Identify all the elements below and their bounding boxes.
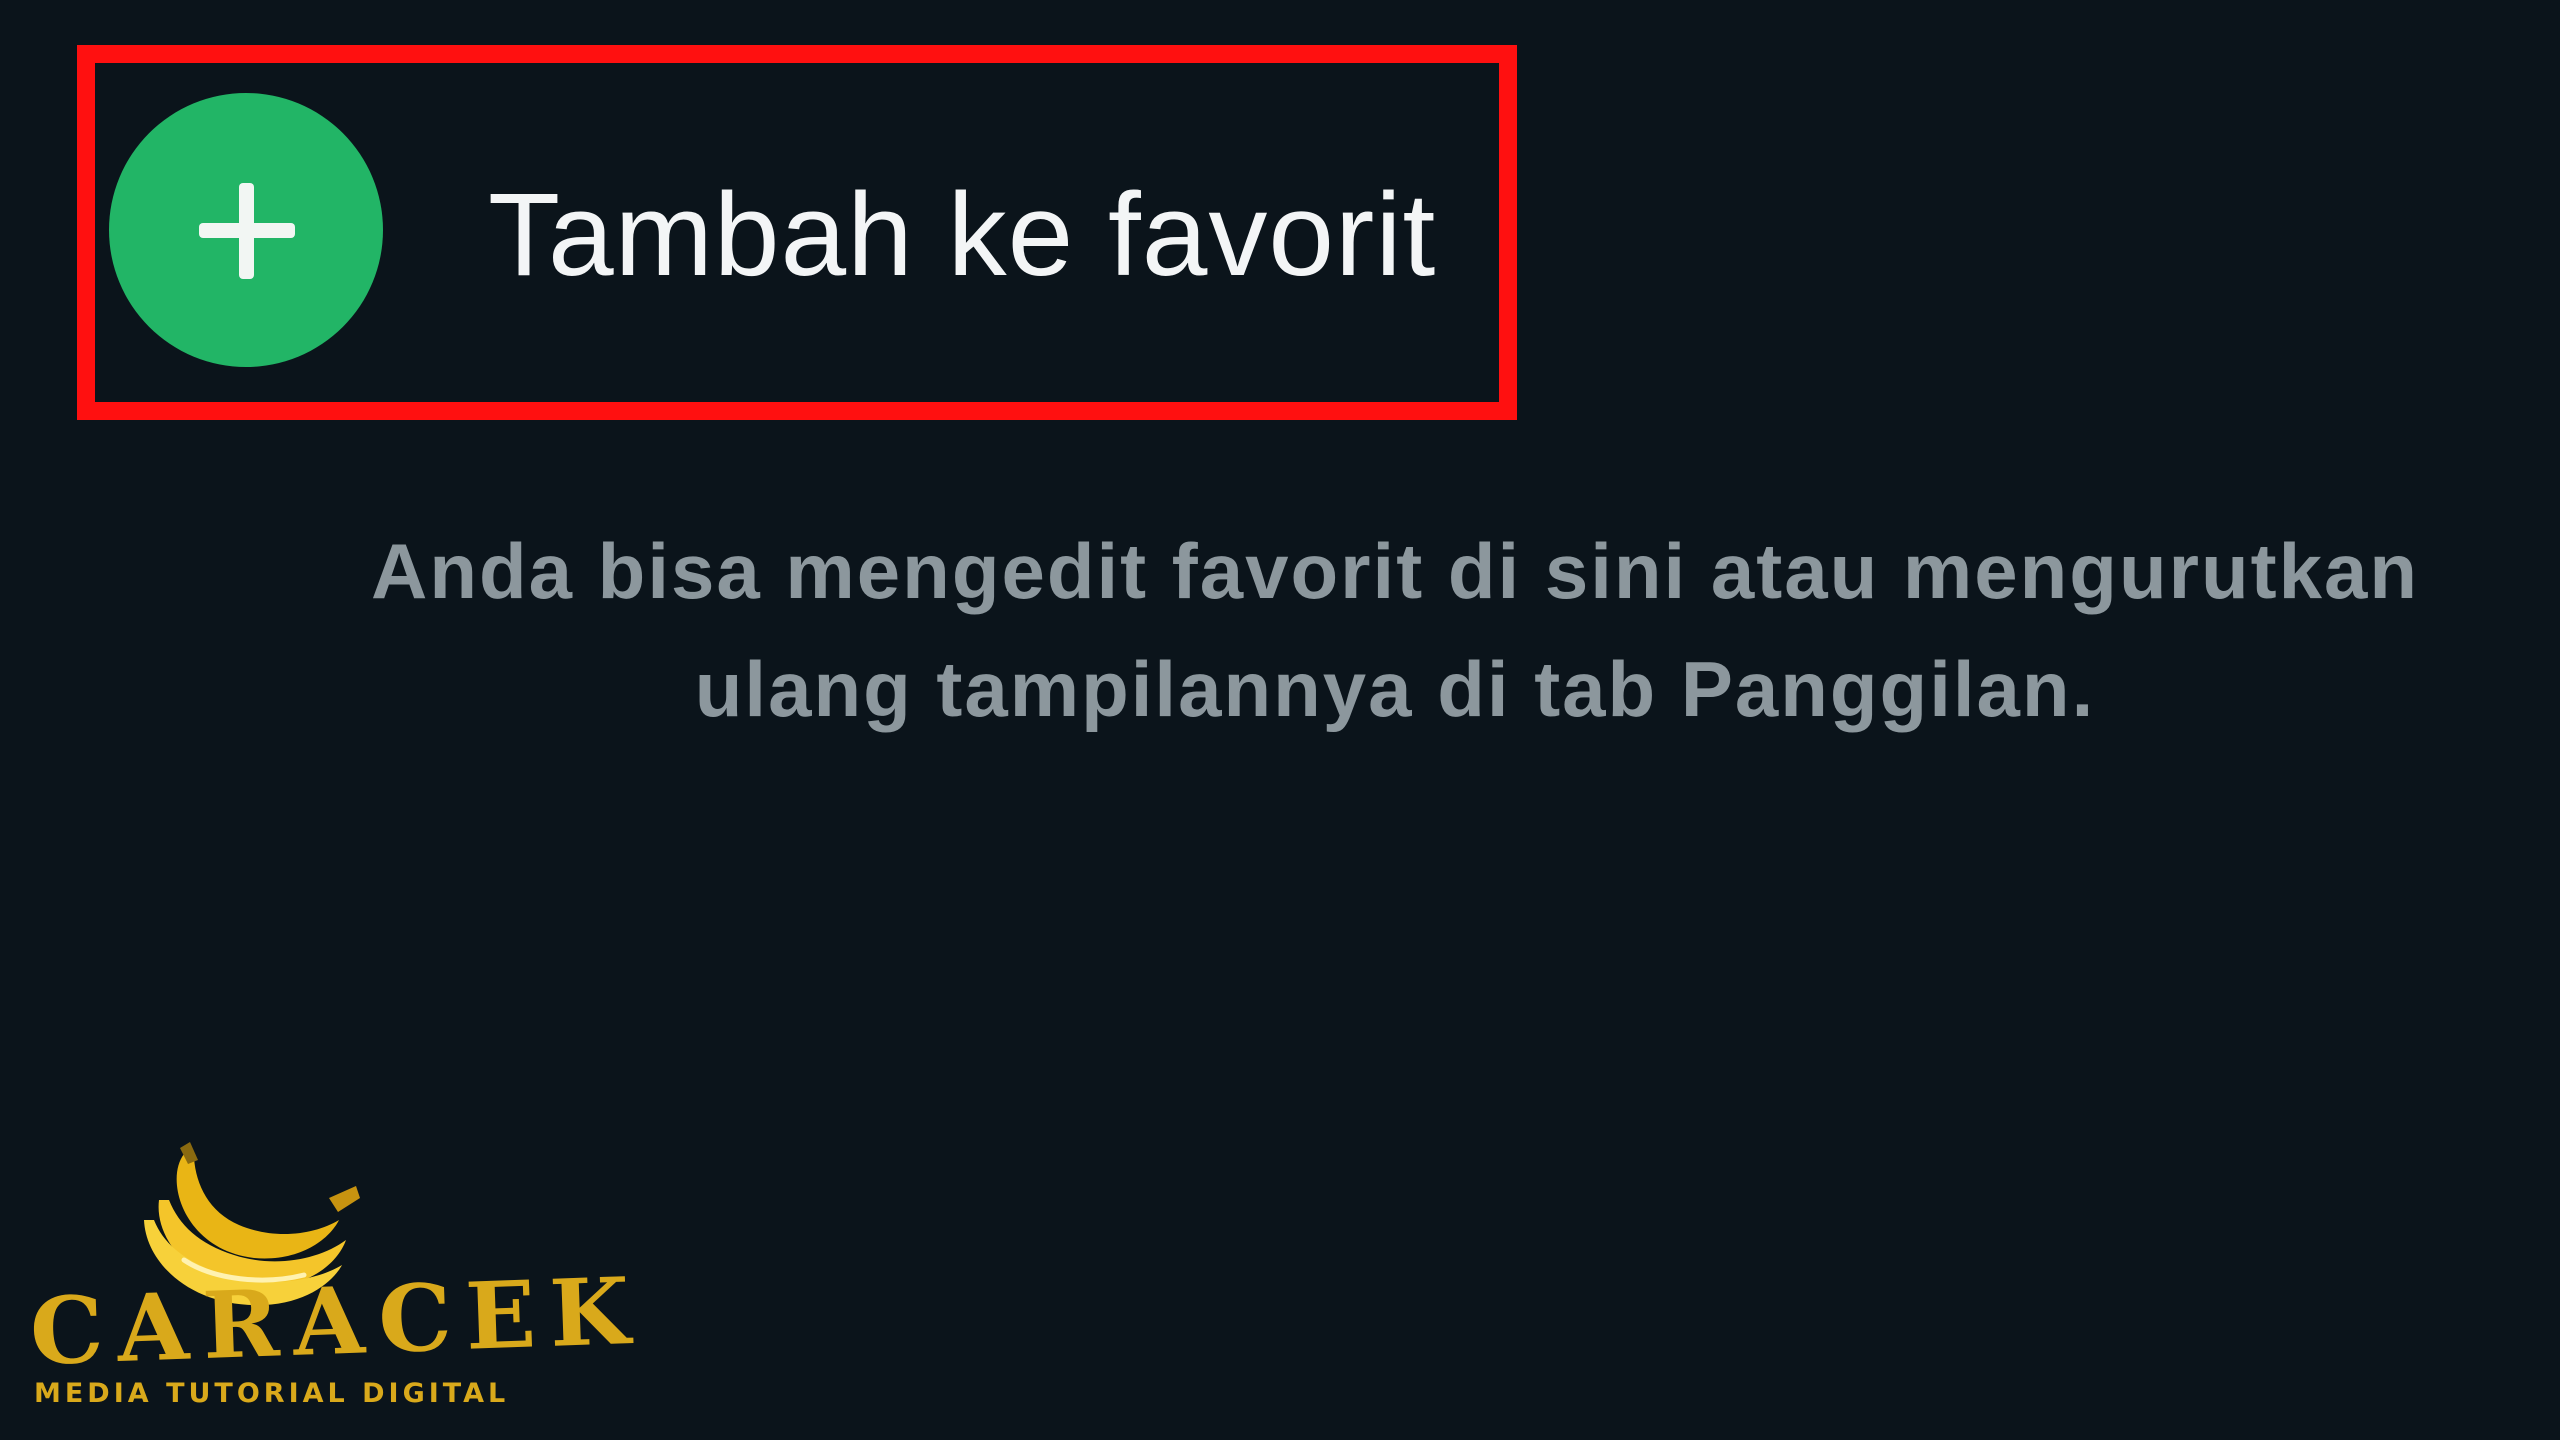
add-to-favorites-label: Tambah ke favorit <box>488 169 1437 301</box>
brand-tagline: MEDIA TUTORIAL DIGITAL <box>34 1378 510 1409</box>
favorites-info-text: Anda bisa mengedit favorit di sini atau … <box>240 512 2550 748</box>
watermark-logo: CARACEK MEDIA TUTORIAL DIGITAL <box>28 1140 645 1420</box>
info-line: Anda bisa mengedit favorit di sini atau … <box>371 527 2419 615</box>
plus-icon[interactable] <box>109 93 383 367</box>
info-line: ulang tampilannya di tab Panggilan. <box>694 645 2096 733</box>
add-to-favorites-button[interactable]: Tambah ke favorit <box>95 63 1499 402</box>
brand-name: CARACEK <box>28 1256 646 1386</box>
